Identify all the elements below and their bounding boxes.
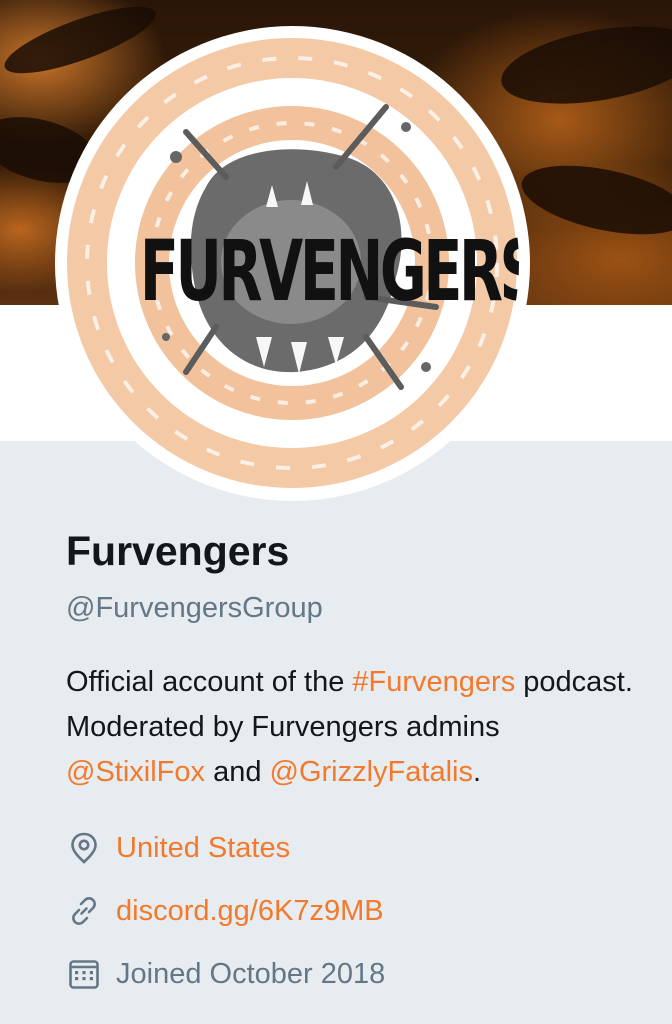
profile-location-row: United States <box>66 828 290 868</box>
profile-display-name: Furvengers <box>66 528 290 574</box>
mention-link-grizzlyfatalis[interactable]: @GrizzlyFatalis <box>270 756 473 788</box>
profile-location[interactable]: United States <box>116 832 290 865</box>
mention-link-stixilfox[interactable]: @StixilFox <box>66 756 205 788</box>
profile-website-row: discord.gg/6K7z9MB <box>66 891 384 931</box>
calendar-icon <box>69 960 99 989</box>
profile-joined-date: Joined October 2018 <box>116 957 386 990</box>
hashtag-link[interactable]: #Furvengers <box>352 666 515 698</box>
bio-text: . <box>472 756 482 788</box>
location-pin-icon <box>71 832 97 864</box>
link-icon <box>72 897 96 925</box>
profile-joined-row: Joined October 2018 <box>66 954 385 994</box>
avatar-logo-text: FURVENGERS <box>139 222 519 320</box>
profile-handle: @FurvengersGroup <box>66 592 323 624</box>
bio-text: Official account of the <box>66 666 353 698</box>
profile-website-link[interactable]: discord.gg/6K7z9MB <box>116 895 384 928</box>
bio-text: and <box>205 756 270 788</box>
profile-bio: Official account of the #Furvengers podc… <box>66 660 646 795</box>
profile-avatar[interactable]: FURVENGERS <box>66 37 519 490</box>
